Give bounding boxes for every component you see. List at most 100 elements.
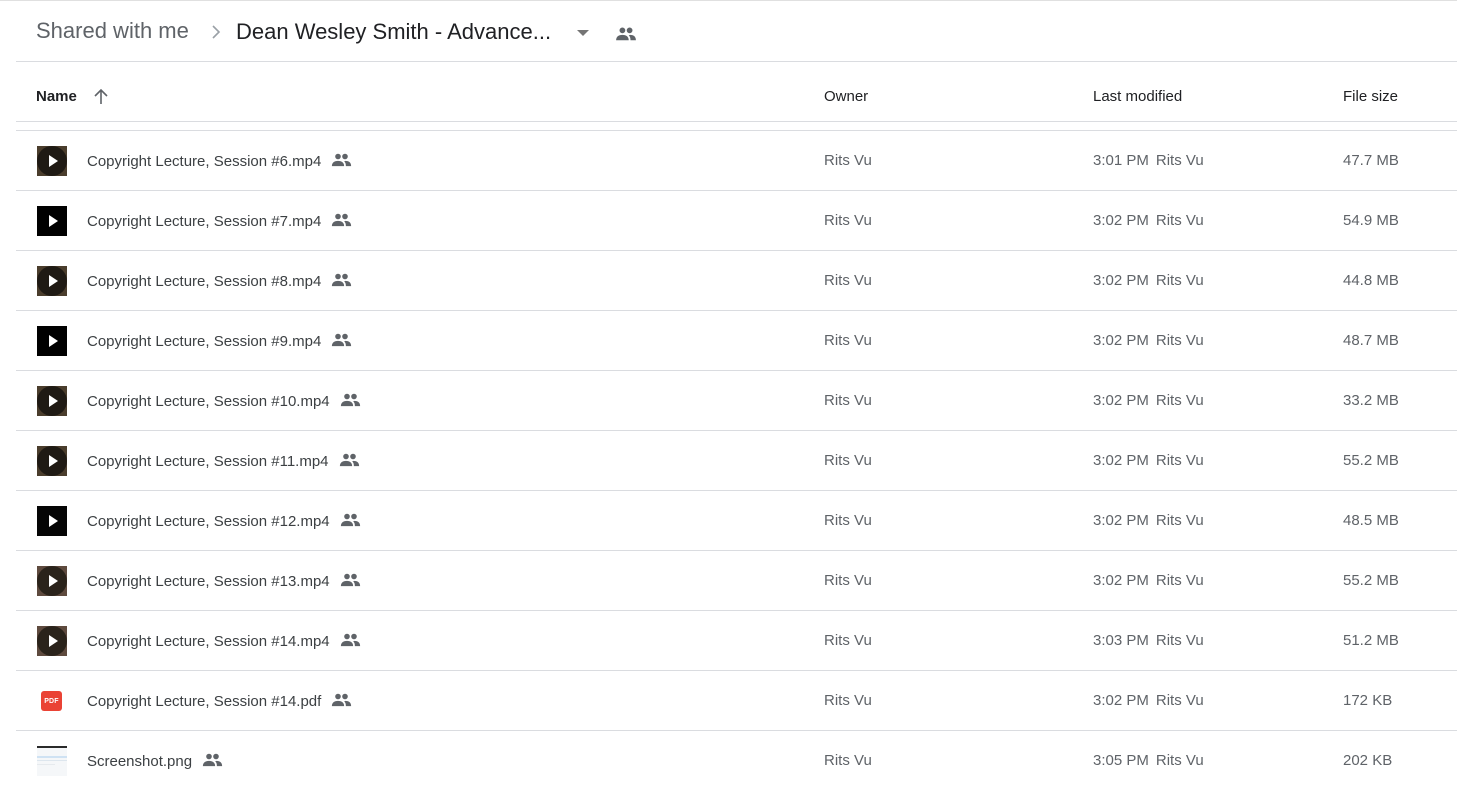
chevron-right-icon: [212, 25, 221, 39]
file-row[interactable]: Copyright Lecture, Session #8.mp4 Rits V…: [16, 251, 1457, 311]
file-owner: Rits Vu: [824, 632, 872, 649]
breadcrumb: Shared with me Dean Wesley Smith - Advan…: [16, 1, 1457, 62]
file-last-modified: 3:02 PM Rits Vu: [1093, 452, 1204, 469]
column-header-row: Name Owner Last modified File size: [16, 62, 1457, 122]
file-last-modified: 3:02 PM Rits Vu: [1093, 212, 1204, 229]
image-thumbnail: [37, 746, 67, 776]
file-row[interactable]: PDF Copyright Lecture, Session #14.pdf R…: [16, 671, 1457, 731]
pdf-icon: PDF: [41, 691, 62, 711]
column-header-owner[interactable]: Owner: [824, 88, 868, 105]
file-size: 55.2 MB: [1343, 452, 1399, 469]
column-header-last-modified[interactable]: Last modified: [1093, 88, 1182, 105]
modified-by: Rits Vu: [1155, 572, 1204, 589]
shared-icon: [202, 753, 223, 766]
play-icon: [49, 515, 58, 527]
thumbnail-detail: [37, 760, 67, 761]
file-name: Copyright Lecture, Session #14.mp4: [87, 633, 330, 650]
file-name-cell: Copyright Lecture, Session #11.mp4: [87, 453, 360, 470]
file-row[interactable]: Copyright Lecture, Session #14.mp4 Rits …: [16, 611, 1457, 671]
file-name: Copyright Lecture, Session #6.mp4: [87, 153, 322, 170]
video-thumbnail: [37, 266, 67, 296]
file-row[interactable]: Copyright Lecture, Session #11.mp4 Rits …: [16, 431, 1457, 491]
file-owner: Rits Vu: [824, 572, 872, 589]
shared-icon: [332, 153, 352, 166]
file-name-cell: Copyright Lecture, Session #14.mp4: [87, 633, 361, 650]
file-owner: Rits Vu: [824, 452, 872, 469]
file-size: 48.5 MB: [1343, 512, 1399, 529]
file-size: 44.8 MB: [1343, 272, 1399, 289]
file-name: Copyright Lecture, Session #13.mp4: [87, 573, 330, 590]
shared-icon: [332, 213, 352, 226]
file-name-cell: Copyright Lecture, Session #10.mp4: [87, 393, 361, 410]
modified-time: 3:03 PM: [1093, 632, 1149, 649]
column-header-file-size[interactable]: File size: [1343, 88, 1398, 105]
file-owner: Rits Vu: [824, 332, 872, 349]
file-name: Copyright Lecture, Session #12.mp4: [87, 513, 330, 530]
file-last-modified: 3:03 PM Rits Vu: [1093, 632, 1204, 649]
file-list: Copyright Lecture, Session #6.mp4 Rits V…: [16, 130, 1457, 785]
file-size: 55.2 MB: [1343, 572, 1399, 589]
file-name: Copyright Lecture, Session #10.mp4: [87, 393, 330, 410]
video-thumbnail: [37, 326, 67, 356]
video-thumbnail-disc: [37, 506, 67, 536]
file-row[interactable]: Copyright Lecture, Session #12.mp4 Rits …: [16, 491, 1457, 551]
file-name-cell: Copyright Lecture, Session #6.mp4: [87, 153, 352, 170]
modified-time: 3:02 PM: [1093, 512, 1149, 529]
video-thumbnail: [37, 566, 67, 596]
thumbnail-detail: [37, 756, 67, 758]
modified-time: 3:02 PM: [1093, 332, 1149, 349]
video-thumbnail: [37, 626, 67, 656]
shared-icon: [332, 333, 352, 346]
shared-folder-icon[interactable]: [615, 25, 637, 43]
video-thumbnail-disc: [37, 326, 67, 356]
shared-icon: [340, 633, 360, 646]
modified-by: Rits Vu: [1155, 512, 1204, 529]
modified-by: Rits Vu: [1155, 392, 1204, 409]
file-name: Copyright Lecture, Session #14.pdf: [87, 693, 322, 710]
file-owner: Rits Vu: [824, 152, 872, 169]
file-name-cell: Copyright Lecture, Session #13.mp4: [87, 573, 361, 590]
file-name-cell: Copyright Lecture, Session #9.mp4: [87, 333, 352, 350]
video-thumbnail-disc: [37, 626, 67, 656]
video-thumbnail: [37, 206, 67, 236]
modified-by: Rits Vu: [1155, 272, 1204, 289]
modified-time: 3:02 PM: [1093, 452, 1149, 469]
file-row[interactable]: Screenshot.png Rits Vu 3:05 PM Rits Vu 20…: [16, 731, 1457, 785]
modified-time: 3:01 PM: [1093, 152, 1149, 169]
modified-by: Rits Vu: [1155, 332, 1204, 349]
modified-time: 3:02 PM: [1093, 392, 1149, 409]
file-row[interactable]: Copyright Lecture, Session #10.mp4 Rits …: [16, 371, 1457, 431]
breadcrumb-current-folder[interactable]: Dean Wesley Smith - Advance...: [236, 19, 551, 45]
shared-icon: [332, 693, 352, 706]
play-icon: [49, 215, 58, 227]
file-row[interactable]: Copyright Lecture, Session #13.mp4 Rits …: [16, 551, 1457, 611]
thumbnail-detail: [37, 764, 55, 765]
file-last-modified: 3:02 PM Rits Vu: [1093, 512, 1204, 529]
file-name-cell: Copyright Lecture, Session #14.pdf: [87, 693, 352, 710]
folder-menu-dropdown-icon[interactable]: [577, 30, 589, 36]
file-size: 48.7 MB: [1343, 332, 1399, 349]
file-owner: Rits Vu: [824, 392, 872, 409]
column-header-name[interactable]: Name: [36, 88, 77, 105]
video-thumbnail: [37, 146, 67, 176]
file-owner: Rits Vu: [824, 692, 872, 709]
video-thumbnail: [37, 506, 67, 536]
file-row[interactable]: Copyright Lecture, Session #7.mp4 Rits V…: [16, 191, 1457, 251]
file-last-modified: 3:02 PM Rits Vu: [1093, 332, 1204, 349]
file-last-modified: 3:05 PM Rits Vu: [1093, 752, 1204, 769]
arrow-upward-icon[interactable]: [92, 88, 110, 106]
file-name: Copyright Lecture, Session #7.mp4: [87, 213, 322, 230]
file-size: 51.2 MB: [1343, 632, 1399, 649]
file-last-modified: 3:02 PM Rits Vu: [1093, 392, 1204, 409]
shared-icon: [332, 273, 352, 286]
video-thumbnail-disc: [37, 146, 67, 176]
file-name: Copyright Lecture, Session #9.mp4: [87, 333, 322, 350]
file-row[interactable]: Copyright Lecture, Session #6.mp4 Rits V…: [16, 131, 1457, 191]
shared-icon: [339, 453, 359, 466]
modified-by: Rits Vu: [1155, 152, 1204, 169]
play-icon: [49, 275, 58, 287]
modified-time: 3:02 PM: [1093, 572, 1149, 589]
file-row[interactable]: Copyright Lecture, Session #9.mp4 Rits V…: [16, 311, 1457, 371]
breadcrumb-shared-with-me[interactable]: Shared with me: [36, 18, 189, 44]
file-size: 54.9 MB: [1343, 212, 1399, 229]
